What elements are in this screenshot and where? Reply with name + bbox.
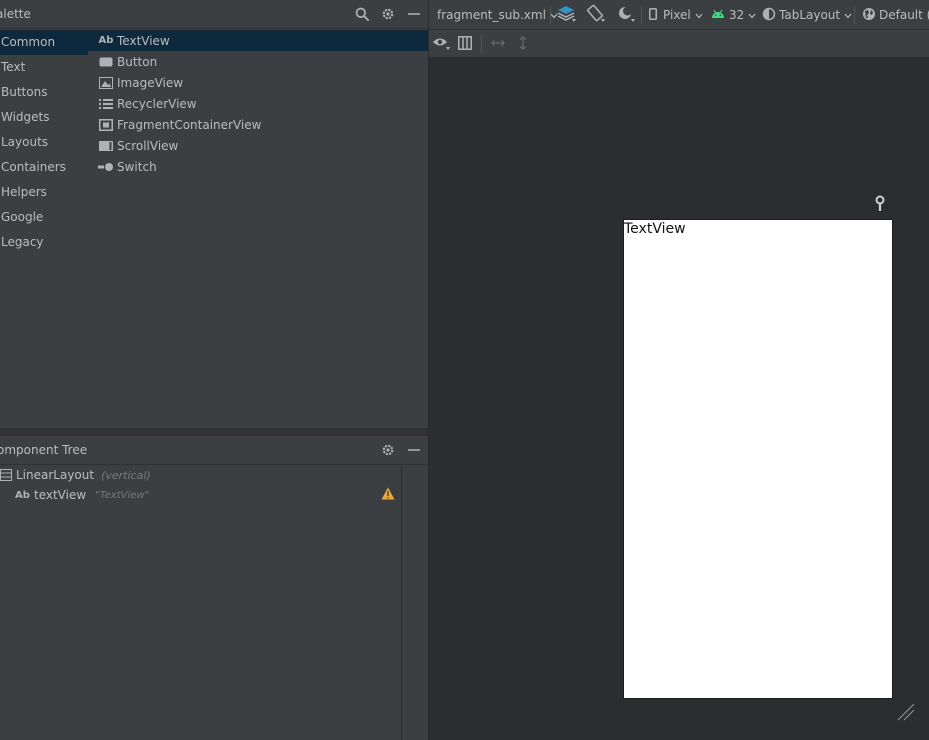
widget-button[interactable]: Button: [88, 51, 428, 72]
night-mode-button[interactable]: [616, 0, 636, 30]
widget-label: ImageView: [117, 75, 184, 90]
palette-body: Common Text Buttons Widgets Layouts Cont…: [0, 29, 428, 428]
orientation-button[interactable]: [586, 0, 606, 30]
theme-selector[interactable]: TabLayout: [762, 0, 852, 30]
category-buttons[interactable]: Buttons: [0, 80, 88, 105]
widget-label: FragmentContainerView: [117, 117, 262, 132]
device-preview[interactable]: TextView: [623, 219, 893, 699]
ab-icon: Ab: [98, 35, 114, 46]
design-canvas[interactable]: TextView: [429, 58, 929, 740]
widget-fragmentcontainerview[interactable]: FragmentContainerView: [88, 114, 428, 135]
columns-icon: [458, 35, 472, 53]
palette-widgets: Ab TextView Button ImageView RecyclerVie…: [88, 29, 428, 428]
toolbar-separator: [854, 6, 855, 24]
android-icon: [711, 8, 725, 22]
widget-label: RecyclerView: [117, 96, 197, 111]
view-options-button[interactable]: [432, 35, 450, 53]
vertical-arrows-icon: [518, 35, 528, 54]
category-google[interactable]: Google: [0, 205, 88, 230]
resize-handle-icon[interactable]: [896, 702, 916, 722]
chevron-down-icon: [695, 8, 703, 22]
horizontal-arrows-icon: [490, 37, 506, 51]
theme-name: TabLayout: [779, 8, 841, 22]
widget-imageview[interactable]: ImageView: [88, 72, 428, 93]
widget-recyclerview[interactable]: RecyclerView: [88, 93, 428, 114]
theme-icon: [762, 7, 776, 24]
design-toolbar: fragment_sub.xml Pixel 32 TabLayout Defa…: [429, 0, 929, 30]
widget-scrollview[interactable]: ScrollView: [88, 135, 428, 156]
tree-node-linearlayout[interactable]: LinearLayout (vertical): [0, 465, 151, 485]
palette-header: alette: [0, 0, 428, 29]
category-legacy[interactable]: Legacy: [0, 230, 88, 255]
category-widgets[interactable]: Widgets: [0, 105, 88, 130]
component-tree-header: omponent Tree: [0, 436, 428, 465]
widget-textview[interactable]: Ab TextView: [88, 30, 428, 51]
ab-icon: Ab: [15, 489, 30, 501]
toolbar-separator: [641, 6, 642, 24]
left-panel: alette Common Text Buttons Widgets Layou…: [0, 0, 428, 740]
api-level: 32: [729, 8, 745, 22]
layers-icon: [557, 4, 577, 27]
phone-icon: [649, 7, 657, 23]
gear-icon[interactable]: [380, 6, 396, 22]
image-icon: [98, 76, 114, 90]
switch-icon: [98, 160, 114, 174]
horizontal-resize-button[interactable]: [489, 35, 507, 53]
pin-icon[interactable]: [873, 195, 887, 213]
scroll-icon: [98, 139, 114, 153]
search-icon[interactable]: [354, 6, 370, 22]
tree-node-name: LinearLayout: [16, 468, 95, 482]
widget-label: Button: [117, 54, 158, 69]
night-mode-icon: [616, 4, 636, 27]
component-tree-body: LinearLayout (vertical) Ab textView "Tex…: [0, 465, 402, 740]
warning-icon[interactable]: [381, 487, 395, 501]
gear-icon[interactable]: [380, 442, 396, 458]
tree-node-desc: "TextView": [95, 489, 150, 501]
category-containers[interactable]: Containers: [0, 155, 88, 180]
viewport-button[interactable]: [456, 35, 474, 53]
palette-title: alette: [0, 7, 31, 21]
chevron-down-icon: [748, 8, 756, 22]
widget-label: ScrollView: [117, 138, 179, 153]
category-layouts[interactable]: Layouts: [0, 130, 88, 155]
widget-label: TextView: [117, 33, 170, 48]
panel-splitter[interactable]: [0, 428, 428, 436]
toolbar-separator: [481, 35, 482, 53]
tree-node-textview[interactable]: Ab textView "TextView": [15, 485, 149, 505]
design-secondary-toolbar: [429, 30, 929, 58]
design-surface-layers-button[interactable]: [557, 0, 577, 30]
widget-label: Switch: [117, 159, 157, 174]
locale-selector[interactable]: Default (e: [862, 0, 929, 30]
fragment-icon: [98, 118, 114, 132]
locale-name: Default (e: [879, 8, 929, 22]
eye-icon: [432, 35, 450, 54]
file-name: fragment_sub.xml: [437, 8, 546, 22]
device-selector[interactable]: Pixel: [649, 0, 703, 30]
tree-node-name: textView: [34, 488, 87, 502]
design-editor: fragment_sub.xml Pixel 32 TabLayout Defa…: [429, 0, 929, 740]
file-selector[interactable]: fragment_sub.xml: [437, 0, 558, 30]
globe-icon: [862, 7, 876, 24]
chevron-down-icon: [844, 8, 852, 22]
category-text[interactable]: Text: [0, 55, 88, 80]
palette-categories: Common Text Buttons Widgets Layouts Cont…: [0, 29, 88, 428]
linear-layout-icon: [0, 468, 16, 482]
component-tree-title: omponent Tree: [0, 443, 88, 457]
rotate-icon: [586, 4, 606, 27]
api-level-selector[interactable]: 32: [711, 0, 756, 30]
tree-node-desc: (vertical): [101, 468, 151, 482]
preview-textview[interactable]: TextView: [624, 221, 686, 237]
category-common[interactable]: Common: [0, 30, 88, 55]
tree-scroll-gutter: [401, 465, 428, 740]
button-icon: [98, 55, 114, 69]
list-icon: [98, 97, 114, 111]
vertical-resize-button[interactable]: [514, 35, 532, 53]
minimize-icon[interactable]: [406, 6, 422, 22]
minimize-icon[interactable]: [406, 442, 422, 458]
category-helpers[interactable]: Helpers: [0, 180, 88, 205]
toolbar-separator: [550, 6, 551, 24]
device-name: Pixel: [663, 8, 691, 22]
widget-switch[interactable]: Switch: [88, 156, 428, 177]
